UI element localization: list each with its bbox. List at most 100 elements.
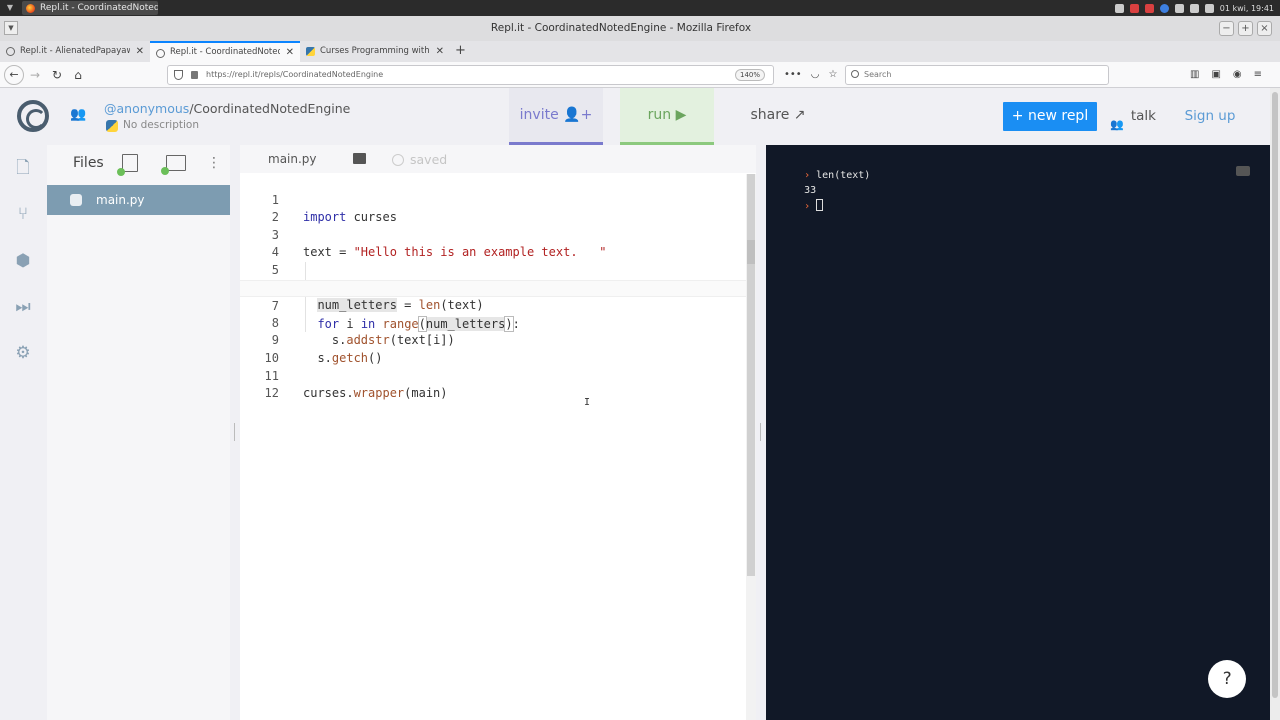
volume-icon[interactable] [1204, 3, 1214, 13]
clock[interactable]: 01 kwi, 19:41 [1220, 4, 1274, 13]
files-icon[interactable]: 🗋 [13, 158, 33, 178]
code-line[interactable]: 9 s.getch() [240, 315, 746, 365]
help-button[interactable]: ? [1208, 660, 1246, 698]
forward-arrow-icon[interactable]: → [26, 66, 44, 84]
back-arrow-icon[interactable]: ← [4, 65, 24, 85]
packages-icon[interactable]: ⬢ [13, 251, 33, 271]
sidebar-icon[interactable]: ▣ [1211, 66, 1220, 84]
add-file-icon[interactable] [117, 154, 138, 176]
taskbar-window-title: Repl.it - CoordinatedNotedEn... [40, 3, 158, 13]
editor-scrollbar[interactable] [746, 174, 756, 720]
maximize-icon[interactable]: + [1238, 21, 1253, 36]
code-line[interactable]: 10 [240, 332, 746, 365]
shield-icon[interactable] [174, 70, 183, 80]
browser-toolbar: ▥ ▣ ◉ ≡ [1190, 66, 1262, 84]
clear-console-icon[interactable] [1236, 166, 1250, 176]
file-item[interactable]: main.py [47, 185, 230, 215]
hamburger-menu-icon[interactable]: ≡ [1254, 66, 1262, 84]
tab-label: Curses Programming with Python [320, 46, 430, 56]
add-folder-icon[interactable] [161, 155, 186, 175]
code-text[interactable]: curses.wrapper(main) [303, 385, 448, 403]
editor-tab-bar: main.py saved [240, 145, 756, 173]
code-line[interactable]: 1 import curses [240, 174, 746, 225]
repl-title[interactable]: @anonymous/CoordinatedNotedEngine [104, 101, 350, 116]
panel-resize-handle[interactable] [756, 145, 766, 720]
home-icon[interactable]: ⌂ [69, 66, 87, 84]
editor-file-tab[interactable]: main.py [268, 152, 317, 166]
code-area[interactable]: 1 import curses 2 3 text = "Hello this i… [240, 174, 746, 720]
new-tab-icon[interactable]: + [455, 41, 466, 61]
network-icon[interactable] [1189, 3, 1199, 13]
settings-gear-icon[interactable]: ⚙ [13, 343, 33, 363]
invite-button[interactable]: invite 👤+ [509, 88, 603, 145]
window-title-bar: ▼ Repl.it - CoordinatedNotedEngine - Moz… [0, 16, 1280, 41]
panel-resize-handle[interactable] [230, 145, 240, 720]
file-name: main.py [96, 193, 145, 207]
format-code-icon[interactable] [353, 153, 366, 164]
page-scrollbar[interactable] [1270, 88, 1280, 720]
firefox-icon [26, 4, 35, 13]
lock-icon[interactable] [191, 71, 198, 79]
browser-tab[interactable]: Curses Programming with Python ✕ [300, 41, 450, 62]
code-line[interactable]: 3 text = "Hello this is an example text.… [240, 209, 746, 260]
talk-button[interactable]: 👥 talk [1108, 102, 1156, 131]
add-user-icon: 👤+ [563, 107, 593, 123]
minimize-icon[interactable]: − [1219, 21, 1234, 36]
browser-tab-active[interactable]: Repl.it - CoordinatedNotedEngine ✕ [150, 41, 300, 62]
reload-icon[interactable]: ↻ [48, 66, 66, 84]
url-bar[interactable]: https://repl.it/repls/CoordinatedNotedEn… [167, 65, 774, 85]
close-icon[interactable]: × [1257, 21, 1272, 36]
taskbar-window-button[interactable]: Repl.it - CoordinatedNotedEn... [22, 1, 158, 15]
share-button[interactable]: share ↗ [731, 88, 825, 145]
code-line[interactable]: 8 s.addstr(text[i]) [240, 297, 746, 348]
record-icon[interactable] [1144, 3, 1154, 13]
account-icon[interactable]: ◉ [1233, 66, 1242, 84]
multiplayer-icon[interactable]: 👥 [70, 108, 86, 122]
signup-button[interactable]: Sign up [1183, 102, 1237, 131]
zoom-level[interactable]: 140% [734, 69, 765, 81]
close-tab-icon[interactable]: ✕ [286, 43, 294, 62]
console-output-line: 33 [780, 170, 816, 196]
run-button[interactable]: run ▶ [620, 88, 714, 145]
url-text[interactable]: https://repl.it/repls/CoordinatedNotedEn… [206, 70, 383, 79]
os-menu-icon[interactable]: ▼ [4, 2, 16, 14]
bluetooth-icon[interactable] [1159, 3, 1169, 13]
tab-label: Repl.it - CoordinatedNotedEngine [170, 47, 280, 57]
python-icon [106, 120, 118, 132]
debugger-icon[interactable]: ⏭ [13, 297, 33, 317]
clipboard-icon[interactable] [1174, 3, 1184, 13]
pocket-icon[interactable]: ◡ [811, 66, 820, 84]
library-icon[interactable]: ▥ [1190, 66, 1199, 84]
files-menu-icon[interactable]: ⋮ [207, 154, 221, 172]
window-title: Repl.it - CoordinatedNotedEngine - Mozil… [490, 22, 752, 34]
prompt-icon: › [804, 201, 817, 212]
version-control-icon[interactable]: ⑂ [13, 204, 33, 224]
code-line[interactable]: 4 [240, 227, 746, 259]
more-actions-icon[interactable]: ••• [784, 66, 802, 84]
window-controls: − + × [1219, 21, 1272, 36]
repl-name[interactable]: /CoordinatedNotedEngine [189, 101, 350, 116]
notification-icon[interactable] [1114, 3, 1124, 13]
code-line[interactable]: 2 [240, 192, 746, 224]
repl-description[interactable]: No description [106, 119, 199, 132]
close-tab-icon[interactable]: ✕ [136, 41, 144, 62]
bookmark-star-icon[interactable]: ☆ [828, 66, 837, 84]
console-prompt-line[interactable]: › [780, 185, 824, 212]
console[interactable]: › len(text) 33 › ? [766, 145, 1270, 720]
repl-owner[interactable]: @anonymous [104, 101, 189, 116]
camera-icon[interactable] [1129, 3, 1139, 13]
code-line[interactable]: 12 [240, 368, 746, 400]
navigation-bar: ← → ↻ ⌂ https://repl.it/repls/Coordinate… [0, 62, 1280, 88]
close-tab-icon[interactable]: ✕ [436, 41, 444, 62]
play-icon: ▶ [675, 107, 687, 123]
replit-logo-icon[interactable] [17, 100, 49, 132]
files-panel: Files ⋮ main.py [47, 145, 230, 720]
python-file-icon [70, 194, 82, 206]
new-repl-button[interactable]: + new repl [1003, 102, 1097, 131]
code-line[interactable]: 5 def main(s): [240, 244, 746, 295]
code-line-current[interactable]: 7 for i in range(num_letters): [240, 279, 746, 332]
search-input[interactable]: Search [845, 65, 1109, 85]
code-line[interactable]: 6 num_letters = len(text) [240, 262, 746, 313]
code-line[interactable]: 11 curses.wrapper(main) [240, 350, 746, 401]
browser-tab[interactable]: Repl.it - AlienatedPapayawhip ✕ [0, 41, 150, 62]
